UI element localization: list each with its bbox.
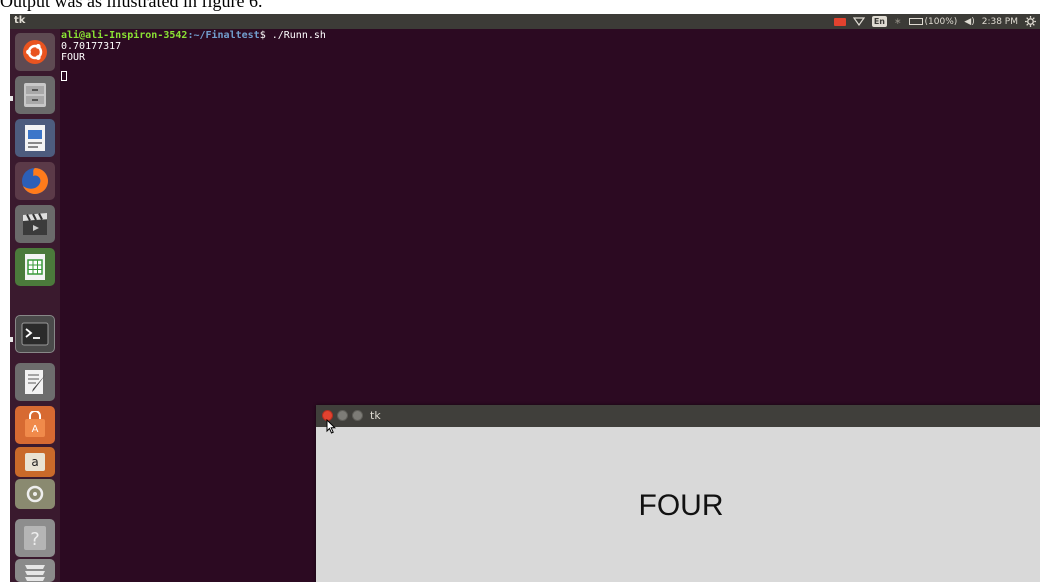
firefox-icon (22, 168, 48, 194)
desktop-screen: tk En ∗ (100%) ◀) 2:38 PM A a ? ali@ali-… (10, 14, 1040, 582)
launcher-system-settings[interactable] (15, 479, 55, 509)
launcher-running-pip (10, 337, 13, 342)
tools-icon (26, 485, 44, 503)
svg-text:a: a (31, 455, 38, 469)
launcher-amazon[interactable]: a (15, 447, 55, 477)
active-app-title[interactable]: tk (14, 15, 25, 26)
ubuntu-logo-icon (23, 40, 47, 64)
amazon-icon: a (25, 453, 45, 471)
keyboard-language-indicator[interactable]: En (871, 16, 887, 27)
dash-home-button[interactable] (15, 33, 55, 71)
top-panel: tk En ∗ (100%) ◀) 2:38 PM (10, 14, 1040, 29)
tk-window-titlebar[interactable]: tk (316, 405, 1040, 427)
battery-icon (908, 18, 923, 25)
launcher-libreoffice-calc[interactable] (15, 248, 55, 286)
terminal-cursor (61, 71, 67, 81)
launcher-text-editor[interactable] (15, 363, 55, 401)
volume-icon[interactable]: ◀) (964, 16, 974, 27)
network-icon[interactable] (852, 16, 865, 27)
tk-result-label: FOUR (638, 489, 724, 522)
prompt-command: $ ./Runn.sh (259, 30, 326, 41)
terminal-icon (21, 322, 49, 346)
launcher-trash[interactable] (15, 559, 55, 582)
trash-stack-icon (25, 564, 45, 581)
battery-indicator[interactable]: (100%) (908, 16, 958, 27)
launcher-firefox[interactable] (15, 162, 55, 200)
launcher-running-pip (10, 96, 13, 101)
clock[interactable]: 2:38 PM (982, 16, 1018, 27)
maximize-window-button[interactable] (352, 410, 363, 421)
launcher-files[interactable] (15, 76, 55, 114)
file-cabinet-icon (24, 83, 46, 107)
minimize-window-button[interactable] (337, 410, 348, 421)
shopping-bag-icon: A (25, 411, 45, 437)
terminal-prompt-line: ali@ali-Inspiron-3542:~/Finaltest$ ./Run… (61, 30, 326, 41)
document-caption: Output was as illustrated in figure 6. (0, 0, 1040, 14)
system-tray: En ∗ (100%) ◀) 2:38 PM (833, 14, 1036, 29)
svg-text:A: A (32, 424, 39, 435)
svg-text:?: ? (30, 529, 40, 550)
film-clapper-icon (23, 213, 47, 235)
launcher-help[interactable]: ? (15, 519, 55, 557)
help-question-icon: ? (24, 526, 46, 550)
camera-indicator-icon[interactable] (833, 16, 846, 27)
unity-launcher: A a ? (10, 29, 60, 582)
presentation-document-icon (25, 125, 45, 151)
battery-percentage: (100%) (924, 16, 958, 27)
launcher-libreoffice-impress[interactable] (15, 119, 55, 157)
tk-window[interactable]: tk FOUR (316, 405, 1040, 582)
terminal-output-line: FOUR (61, 52, 86, 63)
settings-gear-icon[interactable] (1025, 16, 1036, 27)
prompt-path: :~/Finaltest (187, 30, 260, 41)
launcher-terminal[interactable] (15, 315, 55, 353)
text-editor-icon (25, 370, 46, 394)
tk-window-title: tk (370, 409, 381, 422)
spreadsheet-document-icon (25, 254, 45, 280)
terminal-output-line: 0.70177317 (61, 41, 122, 52)
mouse-pointer-icon (326, 419, 336, 434)
launcher-videos[interactable] (15, 205, 55, 243)
prompt-user: ali@ali-Inspiron-3542 (61, 30, 188, 41)
launcher-ubuntu-software[interactable]: A (15, 406, 55, 444)
bluetooth-icon[interactable]: ∗ (894, 16, 902, 27)
caption-text: Output was as illustrated in figure 6. (0, 0, 263, 11)
